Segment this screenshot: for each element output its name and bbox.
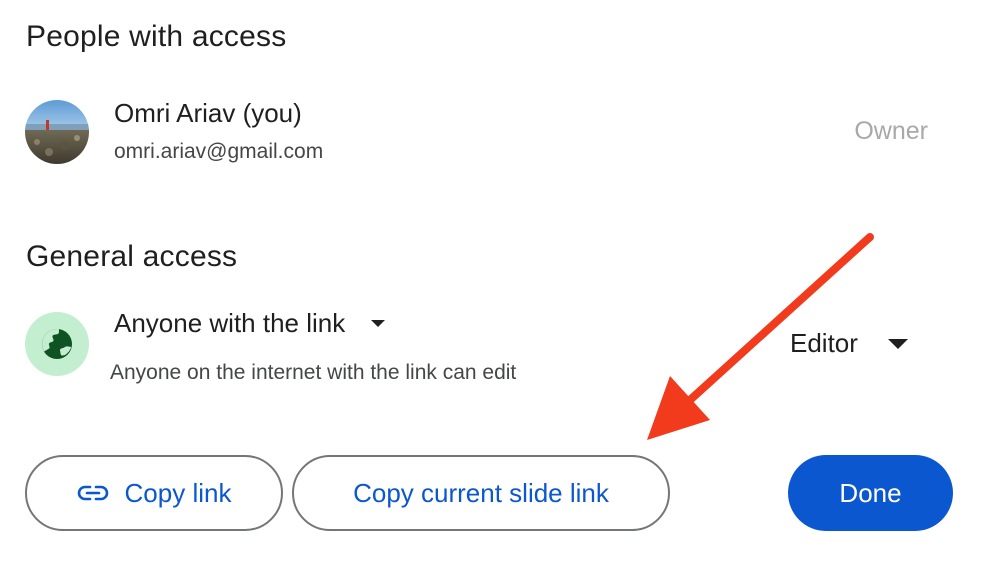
person-email: omri.ariav@gmail.com: [114, 140, 324, 163]
people-with-access-heading: People with access: [26, 20, 287, 53]
arrow-drop-down-icon: [887, 338, 908, 349]
done-button[interactable]: Done: [788, 455, 953, 531]
link-icon: [77, 484, 109, 502]
globe-icon: [42, 329, 72, 359]
general-access-description: Anyone on the internet with the link can…: [110, 361, 517, 384]
globe-icon-container: [25, 312, 89, 376]
role-dropdown-label: Editor: [790, 328, 858, 358]
copy-slide-link-label: Copy current slide link: [353, 477, 609, 508]
copy-link-button[interactable]: Copy link: [25, 455, 283, 531]
general-access-dropdown[interactable]: Anyone with the link: [114, 308, 386, 339]
role-dropdown[interactable]: Editor: [790, 328, 908, 359]
done-label: Done: [839, 477, 902, 508]
general-access-option: Anyone with the link: [114, 308, 346, 338]
copy-current-slide-link-button[interactable]: Copy current slide link: [292, 455, 670, 531]
owner-role-label: Owner: [854, 117, 928, 145]
arrow-drop-down-icon: [371, 320, 386, 327]
avatar-photo: [25, 100, 89, 164]
general-access-heading: General access: [26, 240, 238, 273]
avatar: [25, 100, 89, 164]
copy-link-label: Copy link: [124, 477, 232, 508]
share-dialog: People with access Omri Ariav (you) omri…: [0, 0, 986, 574]
person-name: Omri Ariav (you): [114, 98, 302, 128]
